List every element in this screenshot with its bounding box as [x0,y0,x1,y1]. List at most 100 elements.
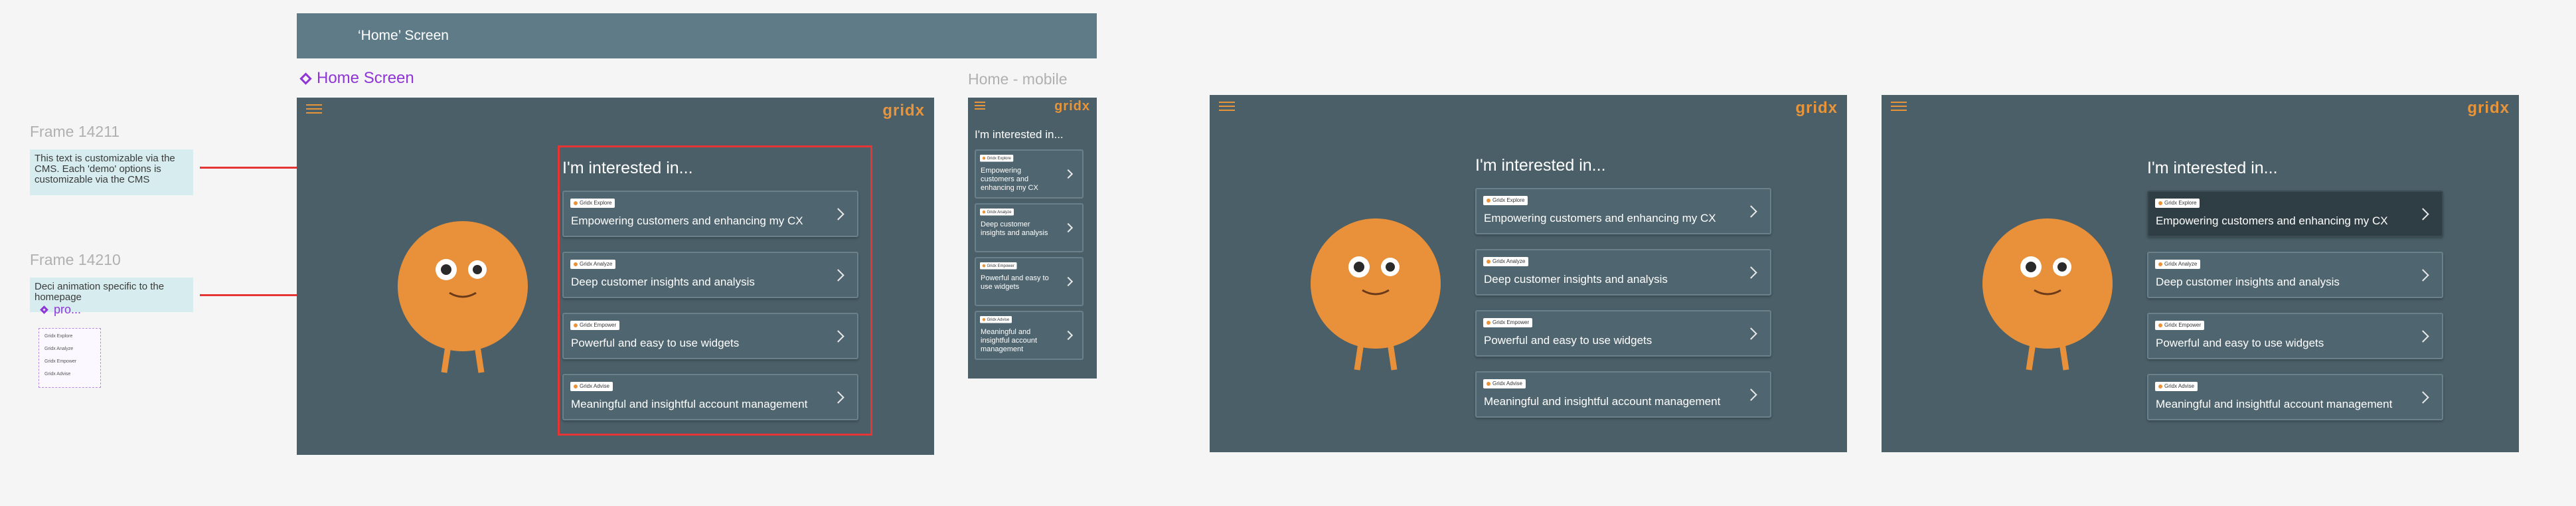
gridx-logo: gridx [1054,99,1090,114]
card-label: Powerful and easy to use widgets [1484,334,1652,347]
home-screen-mobile: gridx I'm interested in... Gridx Explore… [968,98,1097,379]
option-card[interactable]: Gridx Analyze Deep customer insights and… [975,203,1084,252]
option-card[interactable]: Gridx Explore Empowering customers and e… [562,191,858,237]
tag-icon [1487,382,1490,386]
tag-icon [982,318,986,321]
props-item: Gridx Advise [44,372,71,377]
chevron-right-icon [1745,205,1757,218]
props-box: Gridx Explore Gridx Analyze Gridx Empowe… [39,328,101,388]
tag-icon [1487,260,1490,264]
card-label: Empowering customers and enhancing my CX [981,167,1038,192]
option-card[interactable]: Gridx Advise Meaningful and insightful a… [1475,371,1771,418]
chevron-right-icon [1063,222,1074,233]
tag-icon [982,264,986,268]
tag-icon [1487,321,1490,325]
home-screen-1: gridx I'm interested in... Gridx Explore… [297,98,934,455]
chevron-right-icon [1063,330,1074,341]
option-card[interactable]: Gridx Empower Powerful and easy to use w… [1475,310,1771,357]
option-card[interactable]: Gridx Empower Powerful and easy to use w… [562,313,858,359]
tag-icon [574,201,578,205]
hamburger-icon[interactable] [1891,102,1907,111]
card-tag: Gridx Analyze [1483,257,1529,266]
chevron-right-icon [1063,276,1074,287]
option-card[interactable]: Gridx Empower Powerful and easy to use w… [975,257,1084,306]
component-title[interactable]: Home Screen [299,69,414,88]
card-tag: Gridx Analyze [980,209,1014,216]
chevron-right-icon [832,208,845,220]
component-label: Home Screen [317,69,414,87]
option-card[interactable]: Gridx Analyze Deep customer insights and… [2147,252,2443,298]
card-label: Meaningful and insightful account manage… [2156,398,2393,410]
mobile-frame-label: Home - mobile [968,70,1068,88]
gridx-logo: gridx [882,102,925,120]
props-item: Gridx Explore [44,334,73,339]
chevron-right-icon [832,391,845,404]
chevron-right-icon [1063,169,1074,179]
chevron-right-icon [832,269,845,282]
card-tag: Gridx Explore [980,155,1014,162]
frame-header: ‘Home’ Screen [297,13,1097,58]
tag-icon [2158,384,2162,388]
card-label: Meaningful and insightful account manage… [981,328,1037,353]
home-screen-2: gridx I'm interested in... Gridx Explore… [1210,95,1847,452]
card-tag: Gridx Analyze [570,260,616,269]
card-label: Powerful and easy to use widgets [571,337,740,349]
tag-icon [1487,199,1490,203]
option-card-hover[interactable]: Gridx Explore Empowering customers and e… [2147,191,2443,237]
card-label: Empowering customers and enhancing my CX [571,214,803,227]
chevron-right-icon [832,330,845,343]
props-icon [40,305,48,314]
props-item: Gridx Analyze [44,347,74,351]
option-card[interactable]: Gridx Explore Empowering customers and e… [975,149,1084,199]
annotation-label-1: Frame 14211 [30,123,120,140]
card-tag: Gridx Empower [980,262,1017,270]
card-tag: Gridx Advise [1483,379,1526,388]
card-label: Empowering customers and enhancing my CX [2156,214,2388,227]
chevron-right-icon [1745,266,1757,279]
mascot-icon [1311,218,1441,371]
card-tag: Gridx Advise [570,382,613,391]
card-tag: Gridx Analyze [2155,260,2201,269]
card-tag: Gridx Explore [2155,199,2200,208]
card-label: Deep customer insights and analysis [2156,276,2340,288]
tag-icon [2158,323,2162,327]
card-label: Deep customer insights and analysis [1484,273,1668,286]
card-label: Empowering customers and enhancing my CX [1484,212,1716,224]
frame-title: ‘Home’ Screen [358,28,449,43]
component-icon [299,72,311,84]
tag-icon [2158,262,2162,266]
option-card[interactable]: Gridx Advise Meaningful and insightful a… [2147,374,2443,420]
card-tag: Gridx Empower [1483,318,1533,327]
tag-icon [574,384,578,388]
section-heading: I'm interested in... [2147,159,2278,177]
annotation-label-2: Frame 14210 [30,251,121,268]
option-card[interactable]: Gridx Empower Powerful and easy to use w… [2147,313,2443,359]
card-label: Powerful and easy to use widgets [2156,337,2324,349]
section-heading: I'm interested in... [562,159,693,177]
option-card[interactable]: Gridx Analyze Deep customer insights and… [1475,249,1771,295]
props-item: Gridx Empower [44,359,77,364]
option-card[interactable]: Gridx Advise Meaningful and insightful a… [562,374,858,420]
chevron-right-icon [1745,388,1757,401]
card-tag: Gridx Advise [980,316,1012,323]
hamburger-icon[interactable] [306,104,322,114]
option-card[interactable]: Gridx Analyze Deep customer insights and… [562,252,858,298]
card-label: Meaningful and insightful account manage… [571,398,808,410]
card-label: Meaningful and insightful account manage… [1484,395,1721,408]
option-card[interactable]: Gridx Explore Empowering customers and e… [1475,188,1771,234]
section-heading: I'm interested in... [1475,156,1606,175]
mascot-icon [398,221,528,373]
home-screen-3: gridx I'm interested in... Gridx Explore… [1882,95,2519,452]
chevron-right-icon [2417,208,2429,220]
chevron-right-icon [2417,330,2429,343]
card-tag: Gridx Empower [570,321,620,330]
chevron-right-icon [2417,391,2429,404]
card-tag: Gridx Advise [2155,382,2198,391]
tag-icon [574,323,578,327]
card-tag: Gridx Explore [1483,196,1528,205]
hamburger-icon[interactable] [975,102,985,111]
option-card[interactable]: Gridx Advise Meaningful and insightful a… [975,311,1084,360]
tag-icon [982,157,986,160]
hamburger-icon[interactable] [1219,102,1235,111]
gridx-logo: gridx [2467,99,2510,117]
